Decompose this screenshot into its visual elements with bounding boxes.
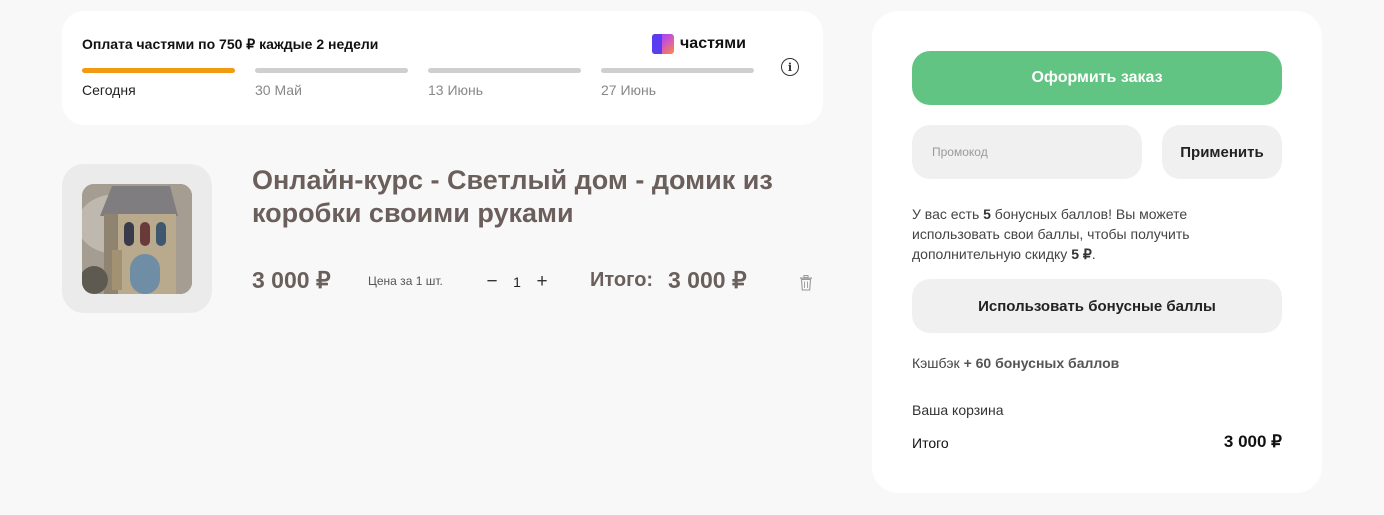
item-total-label: Итого: <box>590 269 654 291</box>
apply-promo-button[interactable]: Применить <box>1162 125 1282 179</box>
product-price: 3 000 ₽ <box>252 267 331 293</box>
order-total-value: 3 000 ₽ <box>1223 432 1282 451</box>
payment-progress-bar <box>82 68 235 73</box>
product-title[interactable]: Онлайн-курс - Светлый дом - домик из кор… <box>252 164 832 230</box>
increase-quantity-button[interactable]: + <box>533 270 551 294</box>
promo-code-input[interactable] <box>912 125 1142 179</box>
payment-segment: 13 Июнь <box>428 68 581 98</box>
item-total-value: 3 000 ₽ <box>668 267 747 293</box>
cashback-value: + 60 бонусных баллов <box>963 355 1120 371</box>
cashback-label: Кэшбэк <box>912 355 960 371</box>
chastyami-logo-icon <box>652 34 674 54</box>
order-summary-panel: Оформить заказ Применить У вас есть 5 бо… <box>872 11 1322 493</box>
bonus-points-count: 5 <box>983 206 991 222</box>
installments-card: Оплата частями по 750 ₽ каждые 2 недели … <box>62 11 823 125</box>
checkout-button[interactable]: Оформить заказ <box>912 51 1282 105</box>
payment-date: 30 Май <box>255 82 302 98</box>
bonus-text-suffix: . <box>1091 246 1096 262</box>
brand-name: частями <box>680 35 746 52</box>
quantity-value: 1 <box>513 274 521 290</box>
info-icon[interactable]: i <box>781 58 799 76</box>
payment-segment: Сегодня <box>82 68 235 98</box>
house-illustration <box>82 184 192 294</box>
payment-progress-bar <box>255 68 408 73</box>
use-bonus-points-button[interactable]: Использовать бонусные баллы <box>912 279 1282 333</box>
bonus-text-prefix: У вас есть <box>912 206 984 222</box>
trash-icon[interactable] <box>799 275 813 291</box>
order-total-label: Итого <box>912 435 949 451</box>
product-thumbnail-frame[interactable] <box>62 164 212 313</box>
bonus-discount-amount: 5 ₽ <box>1071 246 1092 262</box>
payment-segment: 30 Май <box>255 68 408 98</box>
decrease-quantity-button[interactable]: − <box>483 270 501 294</box>
cart-section-label: Ваша корзина <box>912 402 1004 418</box>
cashback-info: Кэшбэк + 60 бонусных баллов <box>912 355 1119 371</box>
brand-chastyami: частями <box>652 33 746 55</box>
payment-progress-bar <box>601 68 754 73</box>
installments-title: Оплата частями по 750 ₽ каждые 2 недели <box>82 36 379 52</box>
payment-date: 13 Июнь <box>428 82 484 98</box>
product-image[interactable] <box>82 184 192 294</box>
payment-schedule: Сегодня 30 Май 13 Июнь 27 Июнь <box>82 68 754 98</box>
payment-date: Сегодня <box>82 82 136 98</box>
price-per-unit-note: Цена за 1 шт. <box>368 274 443 288</box>
payment-date: 27 Июнь <box>601 82 657 98</box>
bonus-info-text: У вас есть 5 бонусных баллов! Вы можете … <box>912 204 1242 264</box>
payment-segment: 27 Июнь <box>601 68 754 98</box>
payment-progress-bar <box>428 68 581 73</box>
quantity-stepper: − 1 + <box>483 270 551 294</box>
